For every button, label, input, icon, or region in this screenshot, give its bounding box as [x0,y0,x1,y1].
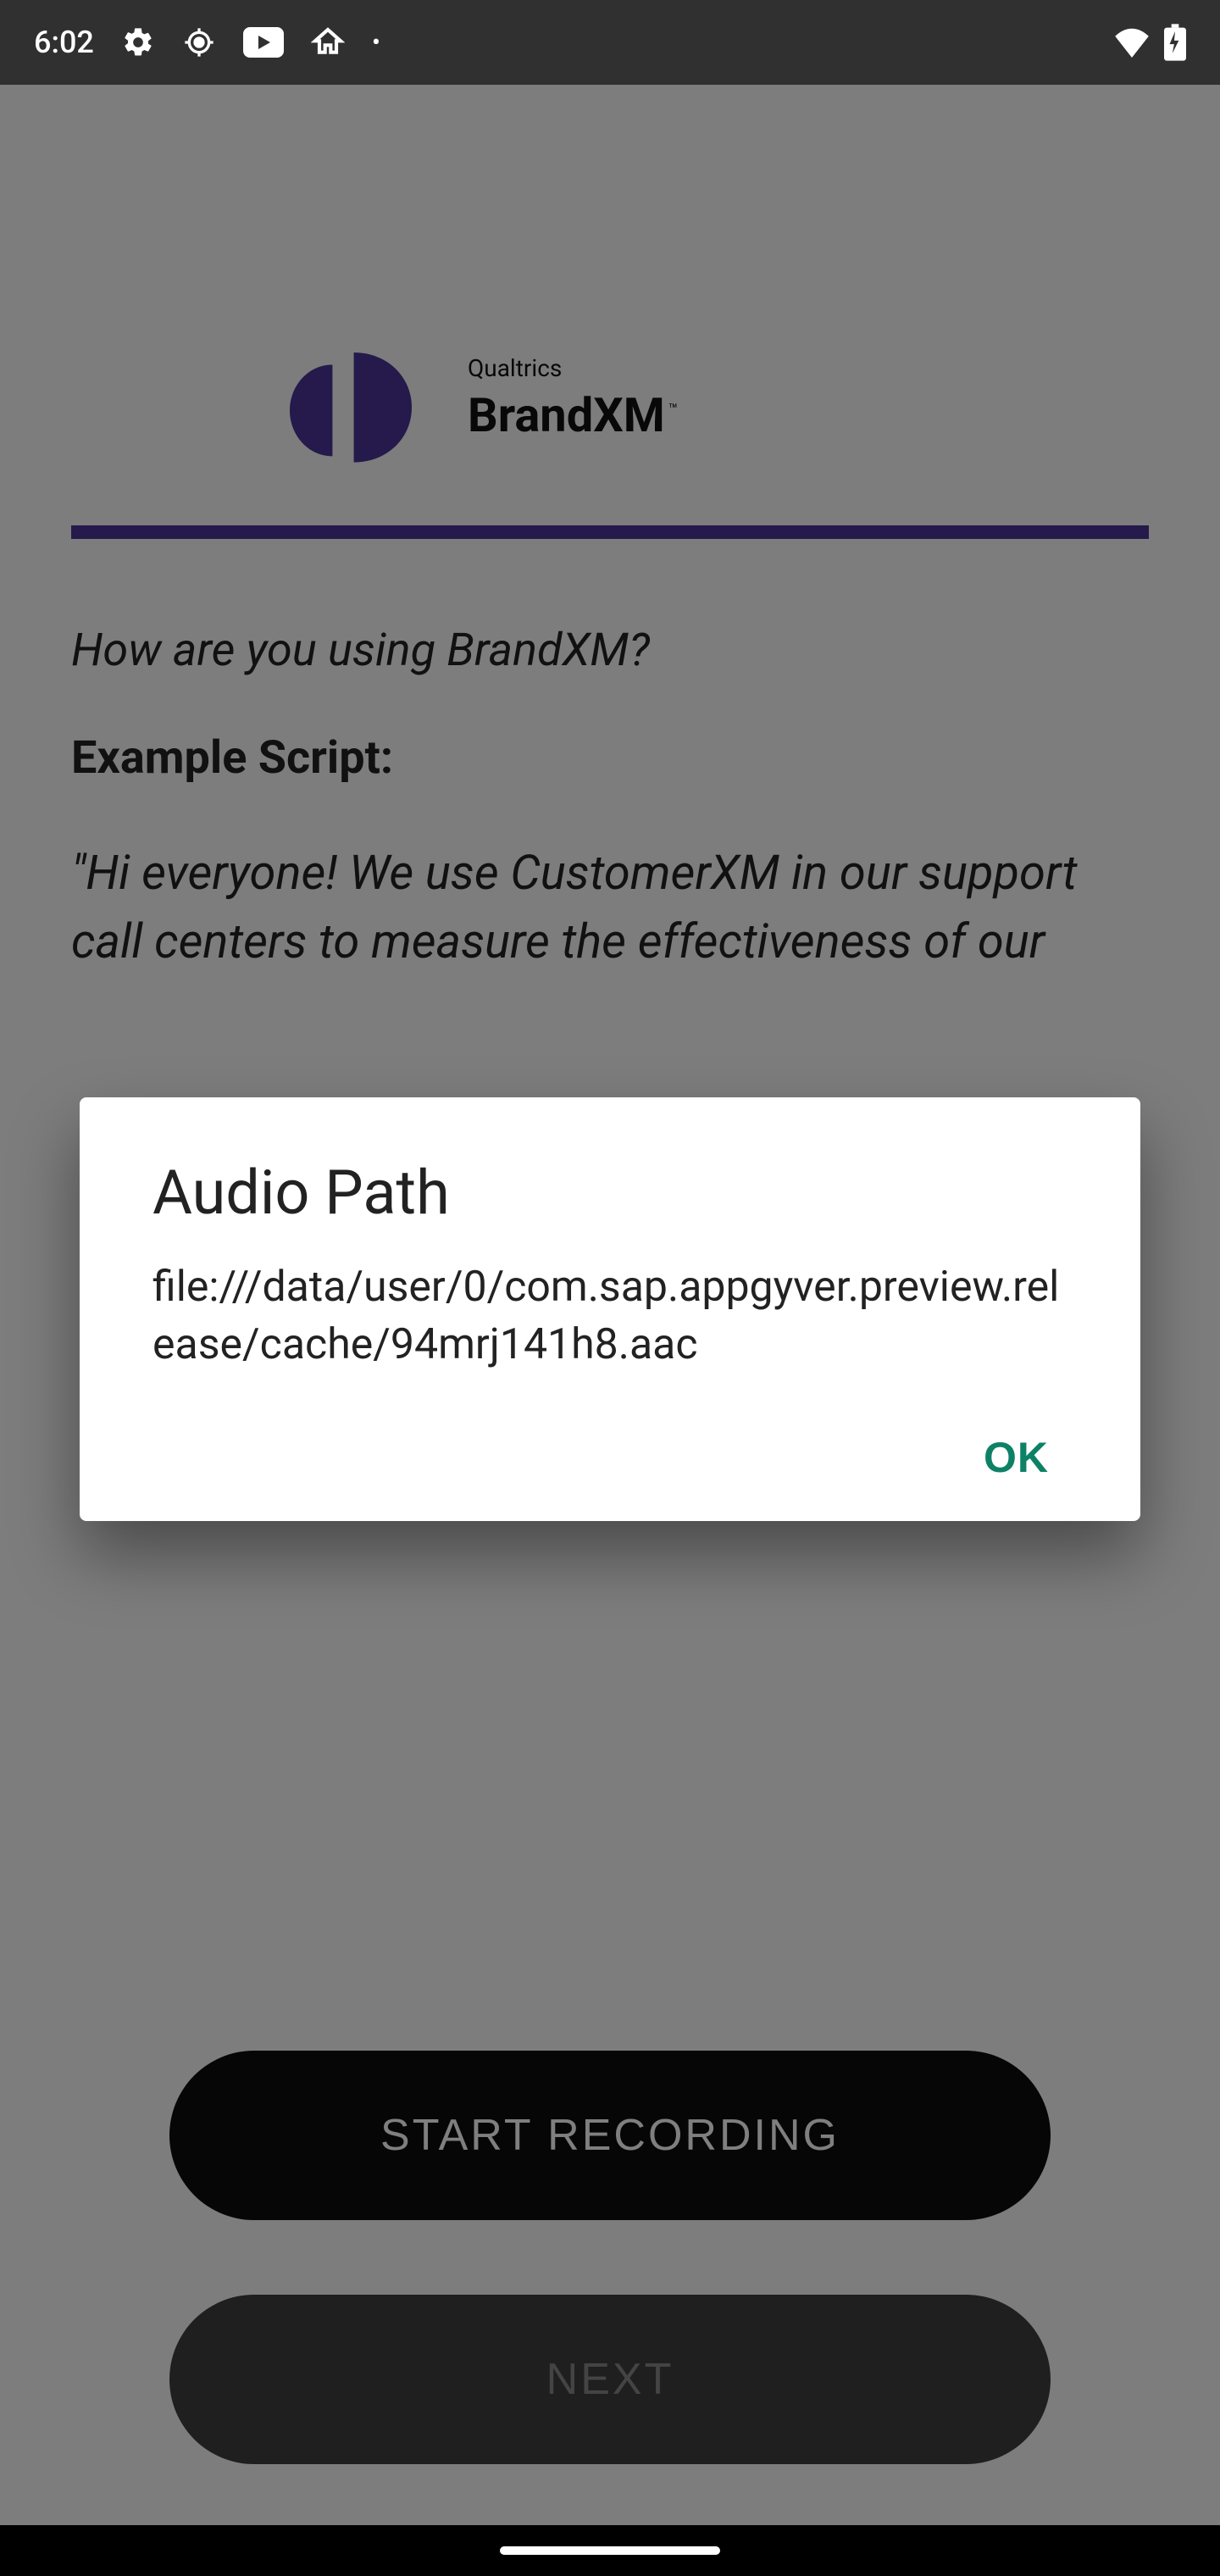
wifi-icon [1113,27,1151,58]
nav-home-pill[interactable] [500,2546,720,2555]
home-icon [311,25,345,59]
audio-path-dialog: Audio Path file:///data/user/0/com.sap.a… [80,1097,1140,1521]
status-time: 6:02 [34,25,94,60]
ok-button[interactable]: OK [984,1433,1049,1482]
status-bar: 6:02 • [0,0,1220,85]
overflow-dot-icon: • [372,28,380,58]
youtube-icon [243,27,284,58]
android-nav-bar [0,2525,1220,2576]
status-right [1113,24,1186,61]
dialog-title: Audio Path [152,1157,1068,1229]
status-left: 6:02 • [34,25,380,60]
battery-charging-icon [1164,24,1186,61]
settings-gear-icon [121,25,155,59]
debug-icon [182,25,216,59]
dialog-body: file:///data/user/0/com.sap.appgyver.pre… [152,1259,1068,1374]
